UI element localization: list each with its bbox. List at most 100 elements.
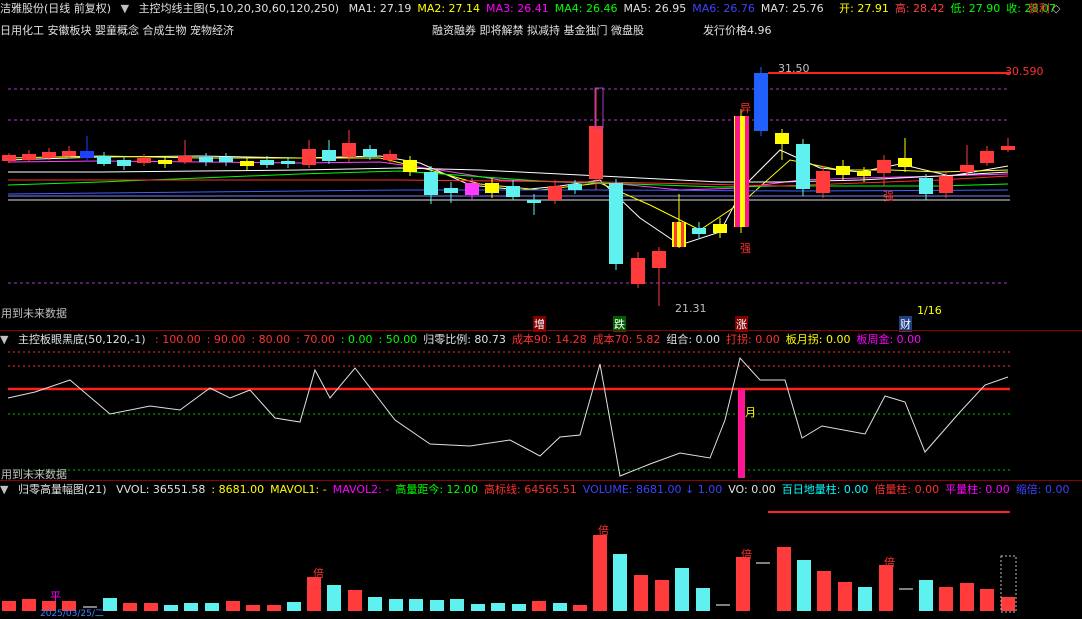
candle-body	[506, 186, 520, 197]
panel3-value: 倍量柱: 0.00	[874, 483, 940, 496]
candle-body	[80, 151, 94, 158]
volume-bar	[593, 535, 607, 611]
panel3-title[interactable]: 归零高量幅图(21)	[18, 483, 107, 496]
panel3-value: : 8681.00	[211, 483, 265, 496]
panel3-value: 平量柱: 0.00	[945, 483, 1010, 496]
panel3-value: 缩倍: 0.00	[1015, 483, 1070, 496]
volume-bar	[491, 603, 505, 611]
volume-bar	[123, 603, 137, 611]
volume-bar	[287, 602, 301, 611]
candle-body	[42, 152, 56, 158]
candle-body	[260, 160, 274, 165]
candle-body	[857, 171, 871, 176]
volume-bar	[736, 557, 750, 611]
volume-bar	[409, 599, 423, 611]
volume-bar	[144, 603, 158, 611]
volume-bar	[817, 571, 831, 611]
volume-bar	[879, 565, 893, 611]
candle-body	[97, 156, 111, 164]
volume-bar	[471, 604, 485, 611]
candle-body	[877, 160, 891, 173]
candle-body	[796, 144, 810, 189]
bei-marker: 倍	[313, 567, 324, 580]
volume-bar	[777, 547, 791, 611]
candle-body	[980, 151, 994, 163]
candle-body	[568, 184, 582, 190]
candle-stripe	[735, 116, 740, 227]
volume-bar	[103, 598, 117, 611]
volume-bar	[226, 601, 240, 611]
candle-body	[444, 188, 458, 193]
volume-bar	[980, 589, 994, 611]
panel2-value: : 80.00	[251, 333, 291, 346]
volume-bar	[634, 575, 648, 611]
indicator-caret-icon[interactable]: ▼	[0, 482, 8, 498]
volume-bar	[205, 603, 219, 611]
volume-bar	[675, 568, 689, 611]
candle-stripe	[674, 222, 677, 247]
candle-body	[403, 160, 417, 172]
candle-stripe	[745, 116, 749, 227]
price-high-label: 31.50	[778, 62, 810, 75]
candle-body	[960, 165, 974, 172]
candle-body	[898, 158, 912, 167]
volume-bar	[532, 601, 546, 611]
panel2-value: 板周金: 0.00	[856, 333, 922, 346]
marker-qiang: 强	[883, 190, 894, 203]
volume-bar	[512, 604, 526, 611]
panel2-value: 归零比例: 80.73	[423, 333, 506, 346]
marker-qiang: 强	[740, 242, 751, 255]
price-low-label: 21.31	[675, 302, 707, 315]
panel2-header: ▼ 主控板眼黑底(50,120,-1) : 100.00: 90.00: 80.…	[0, 332, 933, 348]
candle-body	[836, 166, 850, 175]
volume-bar	[2, 601, 16, 611]
month-marker: 月	[745, 406, 756, 419]
ping-marker: 平	[50, 590, 61, 603]
panel2-title[interactable]: 主控板眼黑底(50,120,-1)	[18, 333, 146, 346]
ma-line	[8, 175, 1009, 187]
candle-body	[919, 178, 933, 194]
candle-body	[2, 155, 16, 161]
future-data-note: 用到未来数据	[1, 307, 67, 320]
panel2-value: 成本70: 5.82	[592, 333, 661, 346]
panel-separator	[0, 330, 1082, 331]
candle-body	[137, 158, 151, 163]
panel2-value: 成本90: 14.28	[511, 333, 587, 346]
candle-body	[178, 156, 192, 162]
candle-body	[424, 172, 438, 195]
volume-bar	[553, 603, 567, 611]
candle-body	[527, 200, 541, 203]
marker-yi: 异	[740, 102, 751, 115]
panel3-values: VVOL: 36551.58: 8681.00 MAVOL1: - MAVOL2: …	[116, 483, 1075, 496]
bei-marker: 倍	[741, 548, 752, 561]
panel2-value: : 0.00	[340, 333, 373, 346]
bei-marker: 倍	[884, 556, 895, 569]
panel2-value: : 70.00	[296, 333, 335, 346]
panel2-value: 组合: 0.00	[666, 333, 721, 346]
volume-bar	[797, 560, 811, 611]
panel-separator	[0, 480, 1082, 481]
candle-body	[302, 149, 316, 165]
ma-line	[7, 149, 1009, 246]
volume-bar	[22, 599, 36, 611]
volume-bar	[246, 605, 260, 611]
p2-magenta-bar	[738, 389, 745, 478]
panel3-value: VO: 0.00	[728, 483, 776, 496]
candle-body	[281, 161, 295, 164]
candle-body	[939, 176, 953, 193]
volume-bar	[655, 580, 669, 611]
panel2-value: : 50.00	[378, 333, 418, 346]
panel3-value: MAVOL2: -	[332, 483, 390, 496]
date-marker: 1/16	[917, 304, 942, 317]
indicator-caret-icon[interactable]: ▼	[0, 332, 8, 348]
volume-bar	[307, 577, 321, 611]
candle-body	[465, 183, 479, 195]
candle-body	[589, 126, 603, 179]
candle-body	[692, 228, 706, 234]
volume-bar	[184, 603, 198, 611]
volume-bar	[368, 597, 382, 611]
volume-bar	[919, 580, 933, 611]
panel2-value: : 100.00	[155, 333, 201, 346]
panel3-value: 高标线: 64565.51	[484, 483, 577, 496]
candle-body	[1001, 146, 1015, 150]
